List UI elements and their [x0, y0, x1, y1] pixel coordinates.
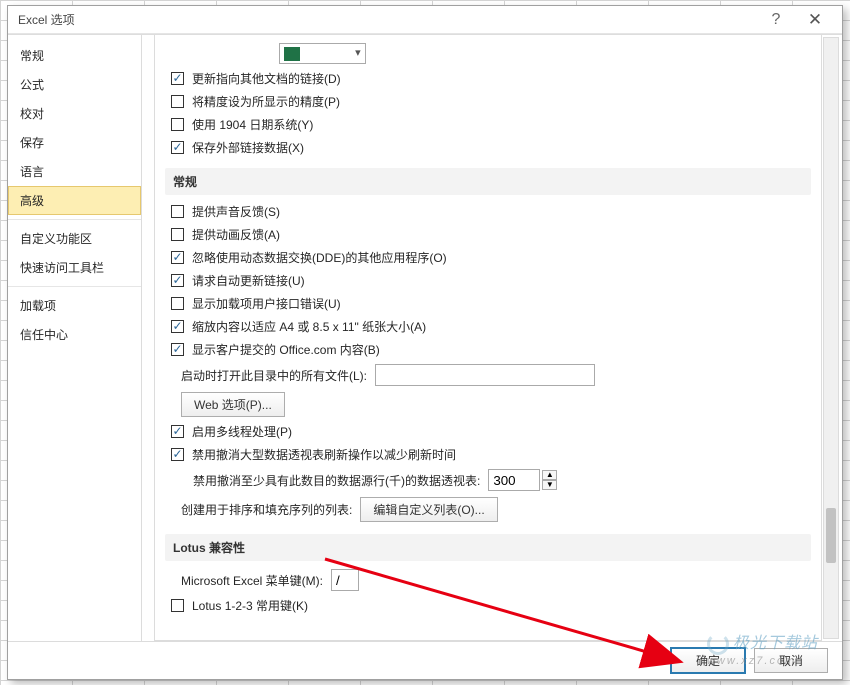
opt-multithread[interactable]: 启用多线程处理(P)	[171, 423, 811, 440]
scrollbar-thumb[interactable]	[826, 508, 836, 563]
checkbox-icon	[171, 274, 184, 287]
opt-office-content[interactable]: 显示客户提交的 Office.com 内容(B)	[171, 341, 811, 358]
sort-lists-label: 创建用于排序和填充序列的列表:	[181, 501, 352, 518]
opt-scale-a4[interactable]: 缩放内容以适应 A4 或 8.5 x 11" 纸张大小(A)	[171, 318, 811, 335]
sidebar-item-trust-center[interactable]: 信任中心	[8, 320, 141, 349]
spin-down-icon[interactable]: ▼	[542, 480, 557, 490]
close-button[interactable]: ✕	[794, 8, 836, 32]
opt-label: Lotus 1-2-3 常用键(K)	[192, 597, 308, 614]
startup-folder-row: 启动时打开此目录中的所有文件(L):	[181, 364, 811, 386]
spin-up-icon[interactable]: ▲	[542, 470, 557, 480]
checkbox-icon	[171, 448, 184, 461]
opt-auto-update-links[interactable]: 请求自动更新链接(U)	[171, 272, 811, 289]
scroll-area[interactable]: 计算此工作簿时(H): 工作簿1 更新指向其他文档的链接(D) 将精度设为所显示…	[154, 35, 822, 641]
content-pane: 计算此工作簿时(H): 工作簿1 更新指向其他文档的链接(D) 将精度设为所显示…	[142, 35, 842, 641]
opt-update-links[interactable]: 更新指向其他文档的链接(D)	[171, 70, 811, 87]
vertical-scrollbar[interactable]	[823, 37, 839, 639]
ok-button[interactable]: 确定	[670, 647, 746, 674]
sidebar-item-save[interactable]: 保存	[8, 128, 141, 157]
opt-label: 请求自动更新链接(U)	[192, 272, 305, 289]
opt-disable-undo-pivot[interactable]: 禁用撤消大型数据透视表刷新操作以减少刷新时间	[171, 446, 811, 463]
opt-label: 使用 1904 日期系统(Y)	[192, 116, 313, 133]
opt-label: 忽略使用动态数据交换(DDE)的其他应用程序(O)	[192, 249, 447, 266]
checkbox-icon	[171, 72, 184, 85]
dialog-footer: 确定 取消	[8, 641, 842, 679]
opt-addin-errors[interactable]: 显示加载项用户接口错误(U)	[171, 295, 811, 312]
pivot-threshold-row: 禁用撤消至少具有此数目的数据源行(千)的数据透视表: ▲ ▼	[193, 469, 811, 491]
pivot-threshold-label: 禁用撤消至少具有此数目的数据源行(千)的数据透视表:	[193, 472, 480, 489]
checkbox-icon	[171, 228, 184, 241]
opt-label: 显示加载项用户接口错误(U)	[192, 295, 341, 312]
section-general-header: 常规	[165, 168, 811, 195]
checkbox-icon	[171, 118, 184, 131]
sidebar-item-customize-ribbon[interactable]: 自定义功能区	[8, 224, 141, 253]
checkbox-icon	[171, 599, 184, 612]
opt-sound[interactable]: 提供声音反馈(S)	[171, 203, 811, 220]
excel-options-dialog: Excel 选项 ? ✕ 常规 公式 校对 保存 语言 高级 自定义功能区 快速…	[7, 5, 843, 680]
help-button[interactable]: ?	[758, 8, 794, 32]
sidebar-item-language[interactable]: 语言	[8, 157, 141, 186]
workbook-selector[interactable]: 工作簿1	[279, 43, 366, 64]
checkbox-icon	[171, 297, 184, 310]
opt-lotus-keys[interactable]: Lotus 1-2-3 常用键(K)	[171, 597, 811, 614]
sidebar-item-formulas[interactable]: 公式	[8, 70, 141, 99]
opt-save-ext-link[interactable]: 保存外部链接数据(X)	[171, 139, 811, 156]
checkbox-icon	[171, 425, 184, 438]
sidebar-item-proofing[interactable]: 校对	[8, 99, 141, 128]
opt-label: 将精度设为所显示的精度(P)	[192, 93, 340, 110]
dialog-title: Excel 选项	[18, 11, 758, 28]
opt-1904-date[interactable]: 使用 1904 日期系统(Y)	[171, 116, 811, 133]
opt-label: 缩放内容以适应 A4 或 8.5 x 11" 纸张大小(A)	[192, 318, 426, 335]
pivot-threshold-input[interactable]	[488, 469, 540, 491]
opt-animation[interactable]: 提供动画反馈(A)	[171, 226, 811, 243]
cancel-button[interactable]: 取消	[754, 648, 828, 673]
checkbox-icon	[171, 320, 184, 333]
excel-icon	[284, 47, 300, 61]
opt-precision-displayed[interactable]: 将精度设为所显示的精度(P)	[171, 93, 811, 110]
checkbox-icon	[171, 205, 184, 218]
startup-folder-label: 启动时打开此目录中的所有文件(L):	[181, 367, 367, 384]
edit-custom-lists-button[interactable]: 编辑自定义列表(O)...	[360, 497, 497, 522]
checkbox-icon	[171, 343, 184, 356]
checkbox-icon	[171, 95, 184, 108]
section-lotus-header: Lotus 兼容性	[165, 534, 811, 561]
menu-key-label: Microsoft Excel 菜单键(M):	[181, 572, 323, 589]
web-options-button[interactable]: Web 选项(P)...	[181, 392, 285, 417]
sidebar-item-qat[interactable]: 快速访问工具栏	[8, 253, 141, 282]
options-sidebar: 常规 公式 校对 保存 语言 高级 自定义功能区 快速访问工具栏 加载项 信任中…	[8, 35, 142, 641]
titlebar: Excel 选项 ? ✕	[8, 6, 842, 34]
checkbox-icon	[171, 251, 184, 264]
opt-label: 保存外部链接数据(X)	[192, 139, 304, 156]
menu-key-input[interactable]	[331, 569, 359, 591]
opt-label: 提供动画反馈(A)	[192, 226, 280, 243]
sidebar-item-general[interactable]: 常规	[8, 41, 141, 70]
startup-folder-input[interactable]	[375, 364, 595, 386]
checkbox-icon	[171, 141, 184, 154]
opt-label: 显示客户提交的 Office.com 内容(B)	[192, 341, 380, 358]
opt-ignore-dde[interactable]: 忽略使用动态数据交换(DDE)的其他应用程序(O)	[171, 249, 811, 266]
sidebar-item-advanced[interactable]: 高级	[8, 186, 141, 215]
sidebar-item-addins[interactable]: 加载项	[8, 291, 141, 320]
opt-label: 提供声音反馈(S)	[192, 203, 280, 220]
menu-key-row: Microsoft Excel 菜单键(M):	[181, 569, 811, 591]
opt-label: 启用多线程处理(P)	[192, 423, 292, 440]
opt-label: 禁用撤消大型数据透视表刷新操作以减少刷新时间	[192, 446, 456, 463]
opt-label: 更新指向其他文档的链接(D)	[192, 70, 341, 87]
sort-lists-row: 创建用于排序和填充序列的列表: 编辑自定义列表(O)...	[181, 497, 811, 522]
